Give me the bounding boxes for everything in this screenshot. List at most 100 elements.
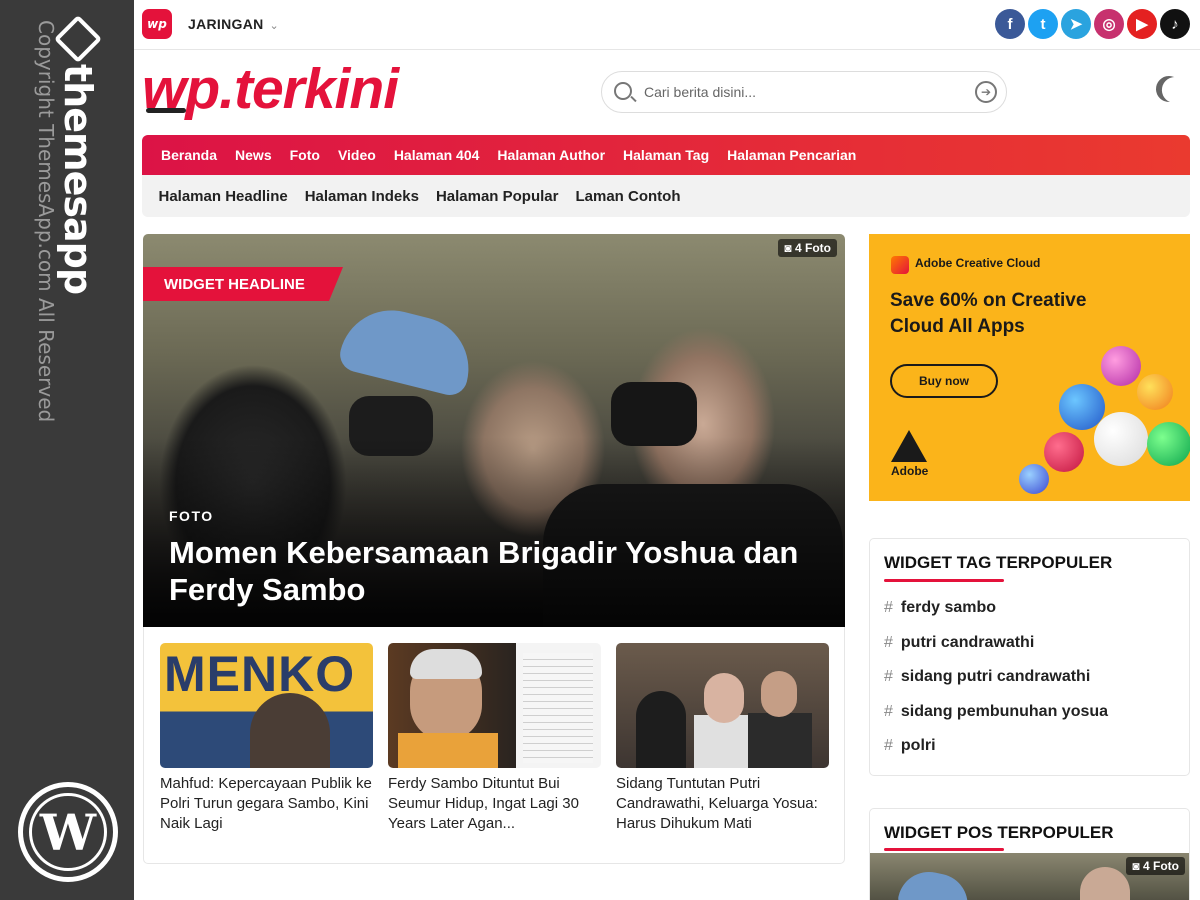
- nav-item-halaman-author[interactable]: Halaman Author: [488, 147, 614, 163]
- tag-item[interactable]: # putri candrawathi: [884, 634, 1108, 669]
- nav-item-halaman-pencarian[interactable]: Halaman Pencarian: [718, 147, 865, 163]
- nav-item-foto[interactable]: Foto: [281, 147, 329, 163]
- tiktok-icon[interactable]: ♪: [1160, 9, 1190, 39]
- creative-cloud-icon: [891, 256, 909, 274]
- hash-icon: #: [884, 668, 893, 685]
- twitter-icon[interactable]: t: [1028, 9, 1058, 39]
- ad-decoration: [1147, 422, 1190, 466]
- news-card-title[interactable]: Sidang Tuntutan Putri Candrawathi, Kelua…: [616, 774, 829, 834]
- adobe-advertisement[interactable]: Adobe Creative Cloud Save 60% on Creativ…: [869, 234, 1190, 501]
- adobe-logo-icon: [891, 430, 927, 462]
- widget-title-underline: [884, 848, 1004, 851]
- thumbnail-figure: [1080, 867, 1130, 900]
- widget-title: WIDGET TAG TERPOPULER: [884, 553, 1113, 572]
- nav-item-laman-contoh[interactable]: Laman Contoh: [567, 188, 689, 205]
- tag-label: ferdy sambo: [900, 599, 997, 616]
- ad-brand: Adobe Creative Cloud: [915, 256, 1041, 270]
- main-navigation: Beranda News Foto Video Halaman 404 Hala…: [142, 135, 1190, 217]
- ad-decoration: [1044, 432, 1084, 472]
- facebook-icon[interactable]: f: [995, 9, 1025, 39]
- nav-item-video[interactable]: Video: [329, 147, 385, 163]
- secondary-nav: Halaman Headline Halaman Indeks Halaman …: [142, 175, 1190, 217]
- nav-item-halaman-tag[interactable]: Halaman Tag: [614, 147, 718, 163]
- hero-title[interactable]: Momen Kebersamaan Brigadir Yoshua dan Fe…: [169, 534, 829, 608]
- instagram-icon[interactable]: ◎: [1094, 9, 1124, 39]
- wordpress-icon: W: [18, 782, 118, 882]
- logo-underline: [146, 108, 186, 113]
- social-links: f t ➤ ◎ ▶ ♪: [995, 9, 1190, 39]
- nav-item-halaman-headline[interactable]: Halaman Headline: [150, 188, 296, 205]
- site-logo[interactable]: wp.terkini: [142, 52, 399, 126]
- hash-icon: #: [884, 702, 893, 720]
- search-box: ➔: [601, 71, 1007, 113]
- themesapp-sidebar: themesapp Copyright ThemesApp.com All Re…: [0, 0, 134, 900]
- news-card-thumbnail[interactable]: MENKO: [160, 643, 373, 768]
- buy-now-button[interactable]: Buy now: [890, 364, 998, 398]
- widget-popular-tags: WIDGET TAG TERPOPULER # ferdy sambo # putr…: [869, 538, 1190, 776]
- site-main: wp JARINGAN ⌄ f t ➤ ◎ ▶ ♪ wp.terkini ➔ Be…: [134, 0, 1200, 900]
- photo-count: 4 Foto: [1143, 859, 1179, 873]
- photo-count-badge: ◙ 4 Foto: [1126, 857, 1185, 875]
- nav-item-halaman-404[interactable]: Halaman 404: [385, 147, 489, 163]
- news-card[interactable]: Ferdy Sambo Dituntut Bui Seumur Hidup, I…: [388, 643, 601, 834]
- themesapp-logo-icon: [53, 14, 103, 64]
- headline-cards: MENKO Mahfud: Kepercayaan Publik ke Polr…: [143, 627, 845, 864]
- thumbnail-figure: [636, 691, 686, 768]
- thumbnail-figure: [250, 693, 330, 768]
- telegram-icon[interactable]: ➤: [1061, 9, 1091, 39]
- news-card[interactable]: Sidang Tuntutan Putri Candrawathi, Kelua…: [616, 643, 829, 834]
- dark-mode-toggle-icon[interactable]: [1160, 75, 1190, 105]
- thumbnail-figure: [761, 671, 797, 717]
- wordpress-letter: W: [29, 793, 107, 871]
- network-label: JARINGAN: [188, 16, 264, 32]
- hero-image-beret: [336, 299, 480, 399]
- nav-item-halaman-indeks[interactable]: Halaman Indeks: [296, 188, 427, 205]
- ad-headline: Save 60% on Creative Cloud All Apps: [890, 290, 1087, 337]
- camera-icon: ◙: [784, 241, 795, 255]
- search-icon: [614, 82, 632, 100]
- thumbnail-figure: [704, 673, 744, 723]
- nav-item-beranda[interactable]: Beranda: [152, 147, 226, 163]
- top-bar: wp JARINGAN ⌄ f t ➤ ◎ ▶ ♪: [134, 0, 1200, 50]
- chevron-down-icon: ⌄: [269, 20, 280, 32]
- copyright-text: Copyright ThemesApp.com All Reserved: [34, 20, 58, 423]
- hash-icon: #: [884, 599, 893, 616]
- network-dropdown[interactable]: JARINGAN ⌄: [188, 16, 279, 32]
- news-card-title[interactable]: Mahfud: Kepercayaan Publik ke Polri Turu…: [160, 774, 373, 834]
- headline-hero[interactable]: ◙ 4 Foto WIDGET HEADLINE FOTO Momen Kebe…: [143, 234, 845, 627]
- hero-category[interactable]: FOTO: [169, 508, 214, 524]
- ad-decoration: [1137, 374, 1173, 410]
- tag-item[interactable]: # ferdy sambo: [884, 599, 1108, 634]
- news-card-thumbnail[interactable]: [388, 643, 601, 768]
- themesapp-brand: themesapp: [53, 14, 103, 294]
- mini-logo[interactable]: wp: [142, 9, 172, 39]
- news-card-title[interactable]: Ferdy Sambo Dituntut Bui Seumur Hidup, I…: [388, 774, 601, 834]
- photo-count-badge: ◙ 4 Foto: [778, 239, 837, 257]
- primary-nav: Beranda News Foto Video Halaman 404 Hala…: [142, 135, 1190, 175]
- ad-decoration: [1094, 412, 1148, 466]
- news-card[interactable]: MENKO Mahfud: Kepercayaan Publik ke Polr…: [160, 643, 373, 834]
- nav-item-halaman-popular[interactable]: Halaman Popular: [427, 188, 567, 205]
- widget-headline-label: WIDGET HEADLINE: [143, 267, 343, 301]
- thumbnail-figure: [410, 649, 482, 679]
- tag-label: sidang pembunuhan yosua: [900, 702, 1109, 720]
- ad-footer: Adobe: [891, 464, 929, 478]
- tag-label: sidang putri candrawathi: [900, 668, 1091, 685]
- widget-title-underline: [884, 579, 1004, 582]
- thumbnail-figure: [748, 713, 812, 768]
- news-card-thumbnail[interactable]: [616, 643, 829, 768]
- tag-item[interactable]: # sidang putri candrawathi: [884, 668, 1108, 703]
- thumbnail-text: MENKO: [164, 646, 356, 702]
- tag-item[interactable]: # polri: [884, 737, 1108, 772]
- popular-post-thumbnail[interactable]: ◙ 4 Foto: [870, 853, 1189, 900]
- search-submit-icon[interactable]: ➔: [975, 81, 997, 103]
- hash-icon: #: [884, 633, 893, 651]
- camera-icon: ◙: [1132, 859, 1143, 873]
- ad-decoration: [1101, 346, 1141, 386]
- tag-label: putri candrawathi: [900, 633, 1035, 651]
- search-input[interactable]: [644, 80, 964, 104]
- nav-item-news[interactable]: News: [226, 147, 281, 163]
- widget-title: WIDGET POS TERPOPULER: [884, 823, 1114, 842]
- tag-item[interactable]: # sidang pembunuhan yosua: [884, 703, 1108, 738]
- youtube-icon[interactable]: ▶: [1127, 9, 1157, 39]
